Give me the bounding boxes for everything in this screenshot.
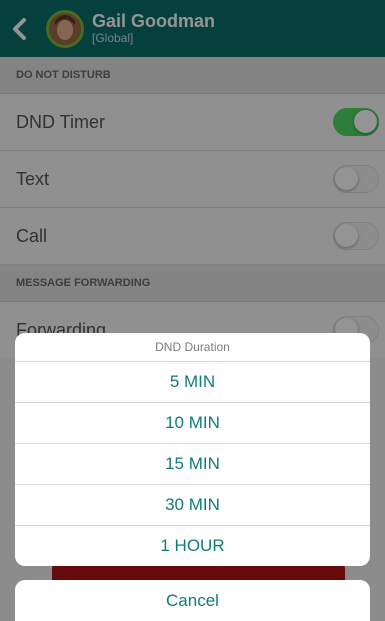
sheet-title: DND Duration (155, 340, 230, 354)
option-10-min[interactable]: 10 MIN (15, 402, 370, 443)
option-1-hour[interactable]: 1 HOUR (15, 525, 370, 566)
option-30-min[interactable]: 30 MIN (15, 484, 370, 525)
option-15-min[interactable]: 15 MIN (15, 443, 370, 484)
dnd-duration-sheet: DND Duration 5 MIN 10 MIN 15 MIN 30 MIN … (15, 333, 370, 566)
option-5-min[interactable]: 5 MIN (15, 361, 370, 402)
cancel-button[interactable]: Cancel (15, 580, 370, 621)
